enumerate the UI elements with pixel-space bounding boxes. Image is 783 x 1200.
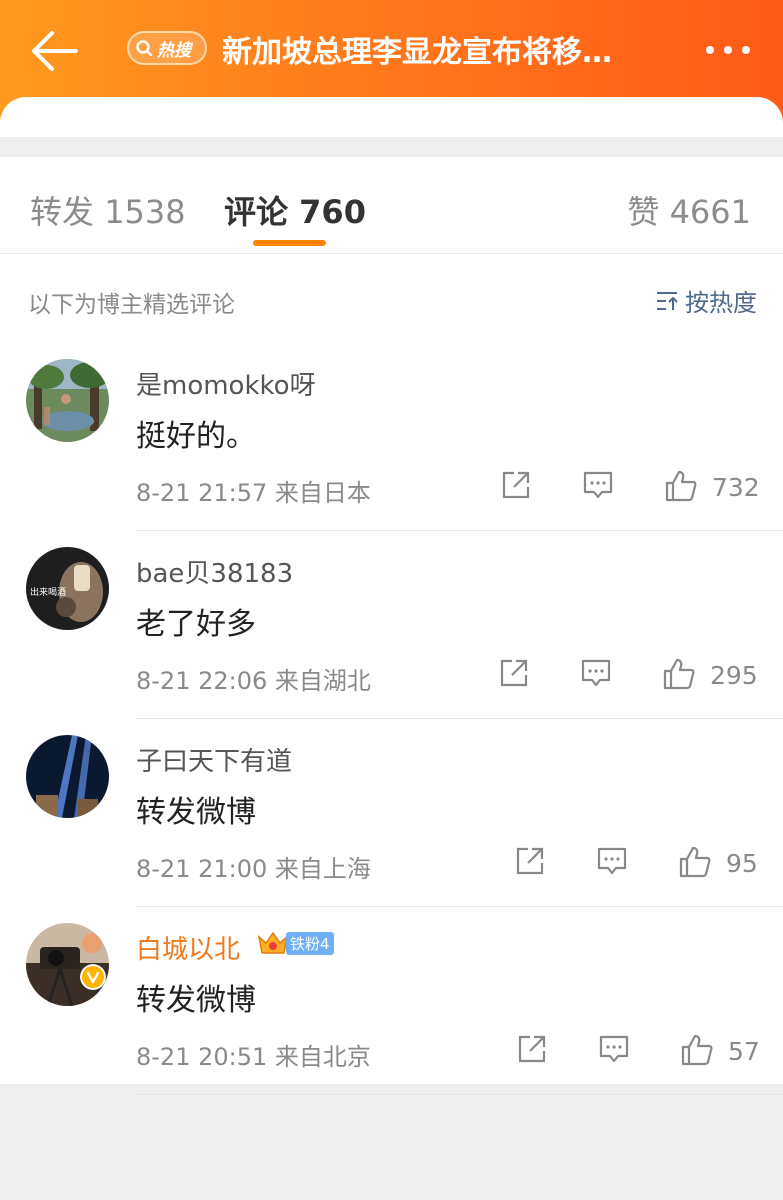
user-avatar[interactable]: 出来喝酒 xyxy=(26,547,109,630)
reply-icon[interactable] xyxy=(582,469,614,501)
share-icon[interactable] xyxy=(516,1033,548,1065)
comment-text: 挺好的。 xyxy=(136,419,256,454)
username[interactable]: 是momokko呀 xyxy=(136,365,316,402)
comment-text: 转发微博 xyxy=(136,983,256,1018)
fan-level-badge: 铁粉4 xyxy=(256,929,334,957)
user-avatar[interactable] xyxy=(26,735,109,818)
username[interactable]: bae贝38183 xyxy=(136,553,293,590)
comments-panel: 转发 1538 评论 760 赞 4661 以下为博主精选评论 按热度 是mom… xyxy=(0,157,783,1095)
active-tab-indicator xyxy=(253,240,326,246)
verified-badge-icon xyxy=(80,964,106,990)
comment-text: 转发微博 xyxy=(136,795,256,830)
like-count: 732 xyxy=(712,473,760,502)
search-icon xyxy=(136,40,153,57)
like-icon[interactable] xyxy=(662,657,696,691)
reply-icon[interactable] xyxy=(598,1033,630,1065)
featured-comments-label: 以下为博主精选评论 xyxy=(28,292,235,318)
tab-reposts[interactable]: 转发 1538 xyxy=(30,187,186,233)
username[interactable]: 子曰天下有道 xyxy=(136,741,292,778)
sort-icon xyxy=(657,291,678,310)
share-icon[interactable] xyxy=(514,845,546,877)
like-icon[interactable] xyxy=(664,469,698,503)
avatar-caption: 出来喝酒 xyxy=(30,588,67,598)
like-icon[interactable] xyxy=(680,1033,714,1067)
comment-meta: 8-21 22:06 来自湖北 xyxy=(136,667,371,695)
comment-text: 老了好多 xyxy=(136,607,256,642)
comment-item: 是momokko呀 挺好的。 8-21 21:57 来自日本 732 xyxy=(0,343,783,531)
comment-meta: 8-21 21:57 来自日本 xyxy=(136,479,371,507)
like-count: 57 xyxy=(728,1037,760,1066)
back-arrow-icon[interactable] xyxy=(28,28,80,74)
share-icon[interactable] xyxy=(500,469,532,501)
page-title: 新加坡总理李显龙宣布将移… xyxy=(222,35,612,70)
reply-icon[interactable] xyxy=(580,657,612,689)
tab-bar: 转发 1538 评论 760 赞 4661 xyxy=(0,157,783,254)
post-card-edge xyxy=(0,97,783,137)
more-options-icon[interactable] xyxy=(703,40,753,60)
like-icon[interactable] xyxy=(678,845,712,879)
comment-meta: 8-21 20:51 来自北京 xyxy=(136,1043,371,1071)
reply-icon[interactable] xyxy=(596,845,628,877)
user-avatar[interactable] xyxy=(26,359,109,442)
comment-meta: 8-21 21:00 来自上海 xyxy=(136,855,371,883)
like-count: 295 xyxy=(710,661,758,690)
tab-comments[interactable]: 评论 760 xyxy=(224,187,366,233)
divider xyxy=(136,1094,783,1095)
share-icon[interactable] xyxy=(498,657,530,689)
section-gap xyxy=(0,137,783,157)
comment-item: 白城以北 铁粉4 转发微博 8-21 20:51 来自北京 57 xyxy=(0,907,783,1095)
fan-level-label: 铁粉4 xyxy=(286,931,334,955)
comment-item: 出来喝酒 bae贝38183 老了好多 8-21 22:06 来自湖北 295 xyxy=(0,531,783,719)
like-count: 95 xyxy=(726,849,758,878)
hot-search-badge[interactable]: 热搜 xyxy=(127,31,207,65)
hot-search-label: 热搜 xyxy=(157,40,191,61)
crown-icon xyxy=(257,931,289,954)
tab-likes[interactable]: 赞 4661 xyxy=(627,187,751,233)
sort-by-hot-button[interactable]: 按热度 xyxy=(655,283,757,318)
comment-item: 子曰天下有道 转发微博 8-21 21:00 来自上海 95 xyxy=(0,719,783,907)
username[interactable]: 白城以北 xyxy=(136,929,240,966)
